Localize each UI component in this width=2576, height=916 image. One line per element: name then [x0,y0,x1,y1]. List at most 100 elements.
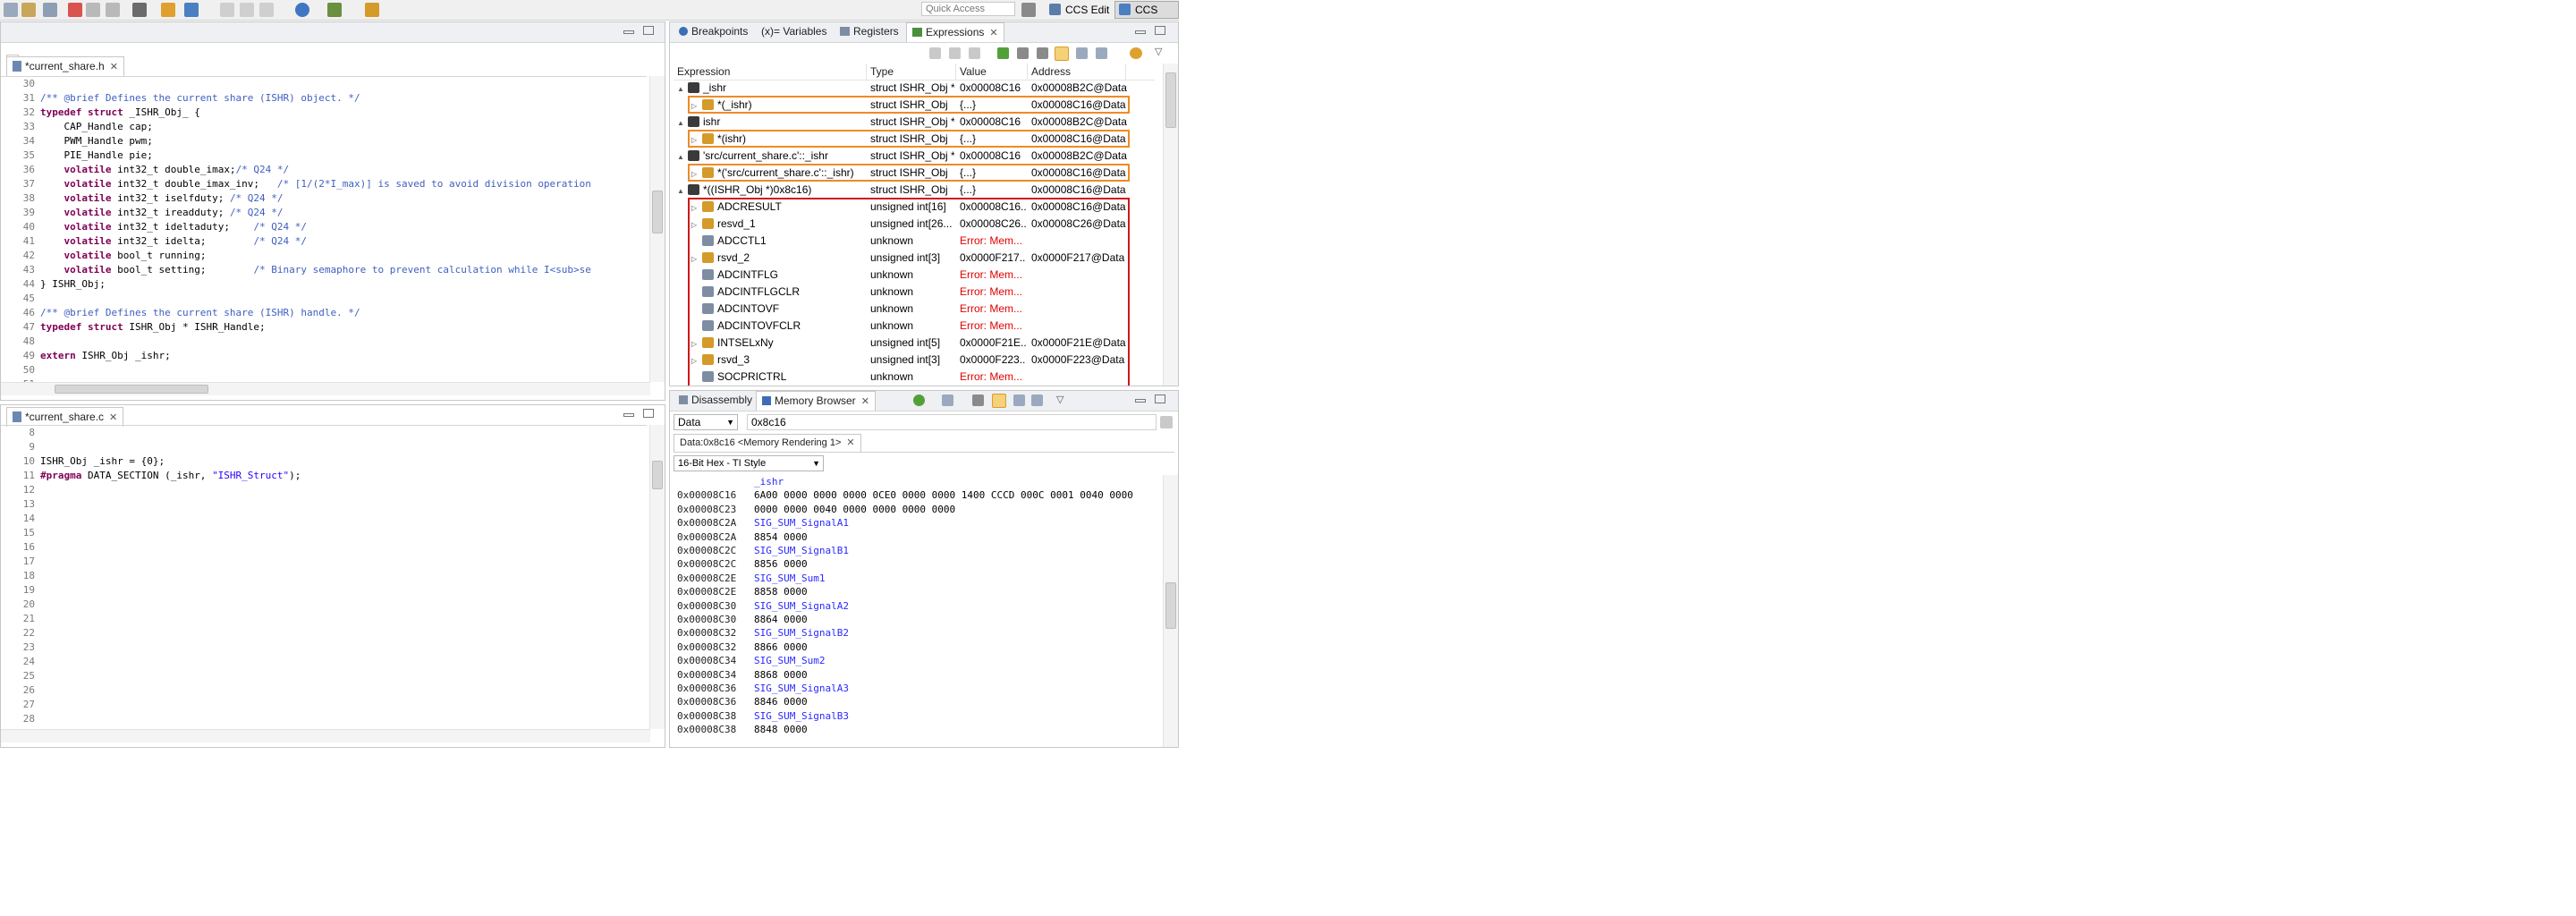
code-line[interactable]: 14 [1,512,647,526]
code-line[interactable]: 47 typedef struct ISHR_Obj * ISHR_Handle; [1,320,647,335]
code-line[interactable]: 17 [1,555,647,569]
code-editor-bottom[interactable]: 8 9 10 ISHR_Obj _ishr = {0}; 11 #pragma DATA_… [1,425,647,730]
code-line[interactable]: 39 volatile int32_t ireadduty; /* Q24 */ [1,206,647,220]
code-line[interactable]: 16 [1,540,647,555]
code-line[interactable]: 22 [1,626,647,640]
column-value[interactable]: Value [956,64,1028,80]
code-line[interactable]: 27 [1,698,647,712]
expression-row[interactable]: ▲ 'src/current_share.c'::_ishr struct ISHR… [674,148,1130,164]
maximize-icon[interactable] [643,409,654,418]
maximize-icon[interactable] [643,26,654,35]
code-line[interactable]: 36 volatile int32_t double_imax;/* Q24 *… [1,163,647,177]
expand-toggle-icon[interactable]: ▲ [677,81,688,96]
memory-row[interactable]: 0x00008C32 SIG_SUM_SignalB2 [677,626,849,640]
vertical-scrollbar[interactable] [1163,64,1178,386]
new-view-icon[interactable] [1031,394,1043,406]
close-tab-icon[interactable]: ✕ [846,437,854,448]
memory-row[interactable]: 0x00008C36 SIG_SUM_SignalA3 [677,682,849,695]
memory-row[interactable]: 0x00008C16 6A00 0000 0000 0000 0CE0 0000 … [677,488,1133,502]
add-expression-icon[interactable] [997,47,1009,59]
memory-row[interactable]: 0x00008C32 8866 0000 [677,640,808,654]
scroll-thumb[interactable] [55,385,208,394]
continuous-refresh-icon[interactable] [1055,47,1069,61]
code-line[interactable]: 8 [1,426,647,440]
vertical-scrollbar[interactable] [1163,475,1178,747]
code-line[interactable]: 12 [1,483,647,497]
code-editor-top[interactable]: 30 31 /** @brief Defines the current share… [1,76,647,383]
minimize-icon[interactable] [623,30,634,34]
memory-row[interactable]: 0x00008C38 8848 0000 [677,723,808,736]
step-return-icon[interactable] [259,3,274,17]
code-line[interactable]: 32 typedef struct _ISHR_Obj_ { [1,106,647,120]
code-line[interactable]: 37 volatile int32_t double_imax_inv; /* … [1,177,647,191]
minimize-icon[interactable] [1135,30,1146,34]
expression-row[interactable]: ▲ _ishr struct ISHR_Obj * 0x00008C16 0x00008… [674,80,1130,96]
memory-space-select[interactable]: Data ▼ [674,414,738,430]
code-line[interactable]: 33 CAP_Handle cap; [1,120,647,134]
code-line[interactable]: 30 [1,77,647,91]
code-line[interactable]: 23 [1,640,647,655]
expression-row[interactable]: ▲ ishr struct ISHR_Obj * 0x00008C16 0x00008B… [674,114,1130,130]
load-program-icon[interactable] [132,3,147,17]
view-menu-icon[interactable]: ▽ [1056,394,1063,405]
code-line[interactable]: 46 /** @brief Defines the current share (… [1,306,647,320]
view-menu-icon[interactable]: ▽ [1155,46,1162,57]
step-icon[interactable] [220,3,234,17]
settings-icon[interactable] [327,3,342,17]
minimize-icon[interactable] [1135,399,1146,403]
tab-disassembly[interactable]: Disassembly [674,391,758,410]
disconnect-icon[interactable] [86,3,100,17]
column-address[interactable]: Address [1028,64,1126,80]
run-icon[interactable] [161,3,175,17]
memory-row[interactable]: 0x00008C2E SIG_SUM_Sum1 [677,572,825,585]
code-line[interactable]: 40 volatile int32_t ideltaduty; /* Q24 *… [1,220,647,234]
code-line[interactable]: 9 [1,440,647,454]
pin-icon[interactable] [1013,394,1025,406]
memory-content[interactable]: _ishr 0x00008C16 6A00 0000 0000 0000 0CE0 … [670,475,1160,743]
open-search-icon[interactable] [365,3,379,17]
code-line[interactable]: 24 [1,655,647,669]
code-line[interactable]: 11 #pragma DATA_SECTION (_ishr, "ISHR_Str… [1,469,647,483]
build-icon[interactable] [21,3,36,17]
open-perspective-icon[interactable] [1021,3,1036,17]
memory-row[interactable]: 0x00008C34 SIG_SUM_Sum2 [677,654,825,667]
code-line[interactable]: 43 volatile bool_t setting; /* Binary se… [1,263,647,277]
code-line[interactable]: 31 /** @brief Defines the current share (… [1,91,647,106]
save-memory-icon[interactable] [942,394,953,406]
tab-expressions[interactable]: Expressions ✕ [906,22,1004,42]
remove-all-icon[interactable] [1037,47,1048,59]
copy-icon[interactable] [969,47,980,59]
memory-row[interactable]: 0x00008C2C 8856 0000 [677,557,808,571]
scroll-thumb[interactable] [652,461,663,489]
memory-row[interactable]: _ishr [677,475,784,488]
reset-icon[interactable] [106,3,120,17]
close-tab-icon[interactable]: ✕ [110,62,118,72]
code-line[interactable]: 28 [1,712,647,726]
code-line[interactable]: 21 [1,612,647,626]
step-over-icon[interactable] [240,3,254,17]
perspective-ccs-debug[interactable]: CCS Debug [1114,1,1179,32]
expand-toggle-icon[interactable]: ▲ [677,149,688,164]
remove-icon[interactable] [1017,47,1029,59]
expand-toggle-icon[interactable]: ▲ [677,115,688,130]
tab-current-share-h[interactable]: *current_share.h ✕ [6,56,124,76]
vertical-scrollbar[interactable] [649,425,665,729]
code-line[interactable]: 48 [1,335,647,349]
code-line[interactable]: 45 [1,292,647,306]
code-line[interactable]: 44} ISHR_Obj; [1,277,647,292]
new-file-icon[interactable] [4,3,18,17]
column-type[interactable]: Type [867,64,956,80]
code-line[interactable]: 42 volatile bool_t running; [1,249,647,263]
go-icon[interactable] [1160,416,1173,428]
debug-config-icon[interactable] [43,3,57,17]
code-line[interactable]: 19 [1,583,647,598]
close-tab-icon[interactable]: ✕ [989,28,997,38]
pin-icon[interactable] [1076,47,1088,59]
tab-registers[interactable]: Registers [835,22,904,41]
refresh-icon[interactable] [1130,47,1142,59]
tab-memory-rendering[interactable]: Data:0x8c16 <Memory Rendering 1> ✕ [674,434,861,452]
debug-icon[interactable] [184,3,199,17]
memory-row[interactable]: 0x00008C36 8846 0000 [677,695,808,708]
refresh-memory-icon[interactable] [913,394,925,406]
memory-row[interactable]: 0x00008C2A SIG_SUM_SignalA1 [677,516,849,530]
